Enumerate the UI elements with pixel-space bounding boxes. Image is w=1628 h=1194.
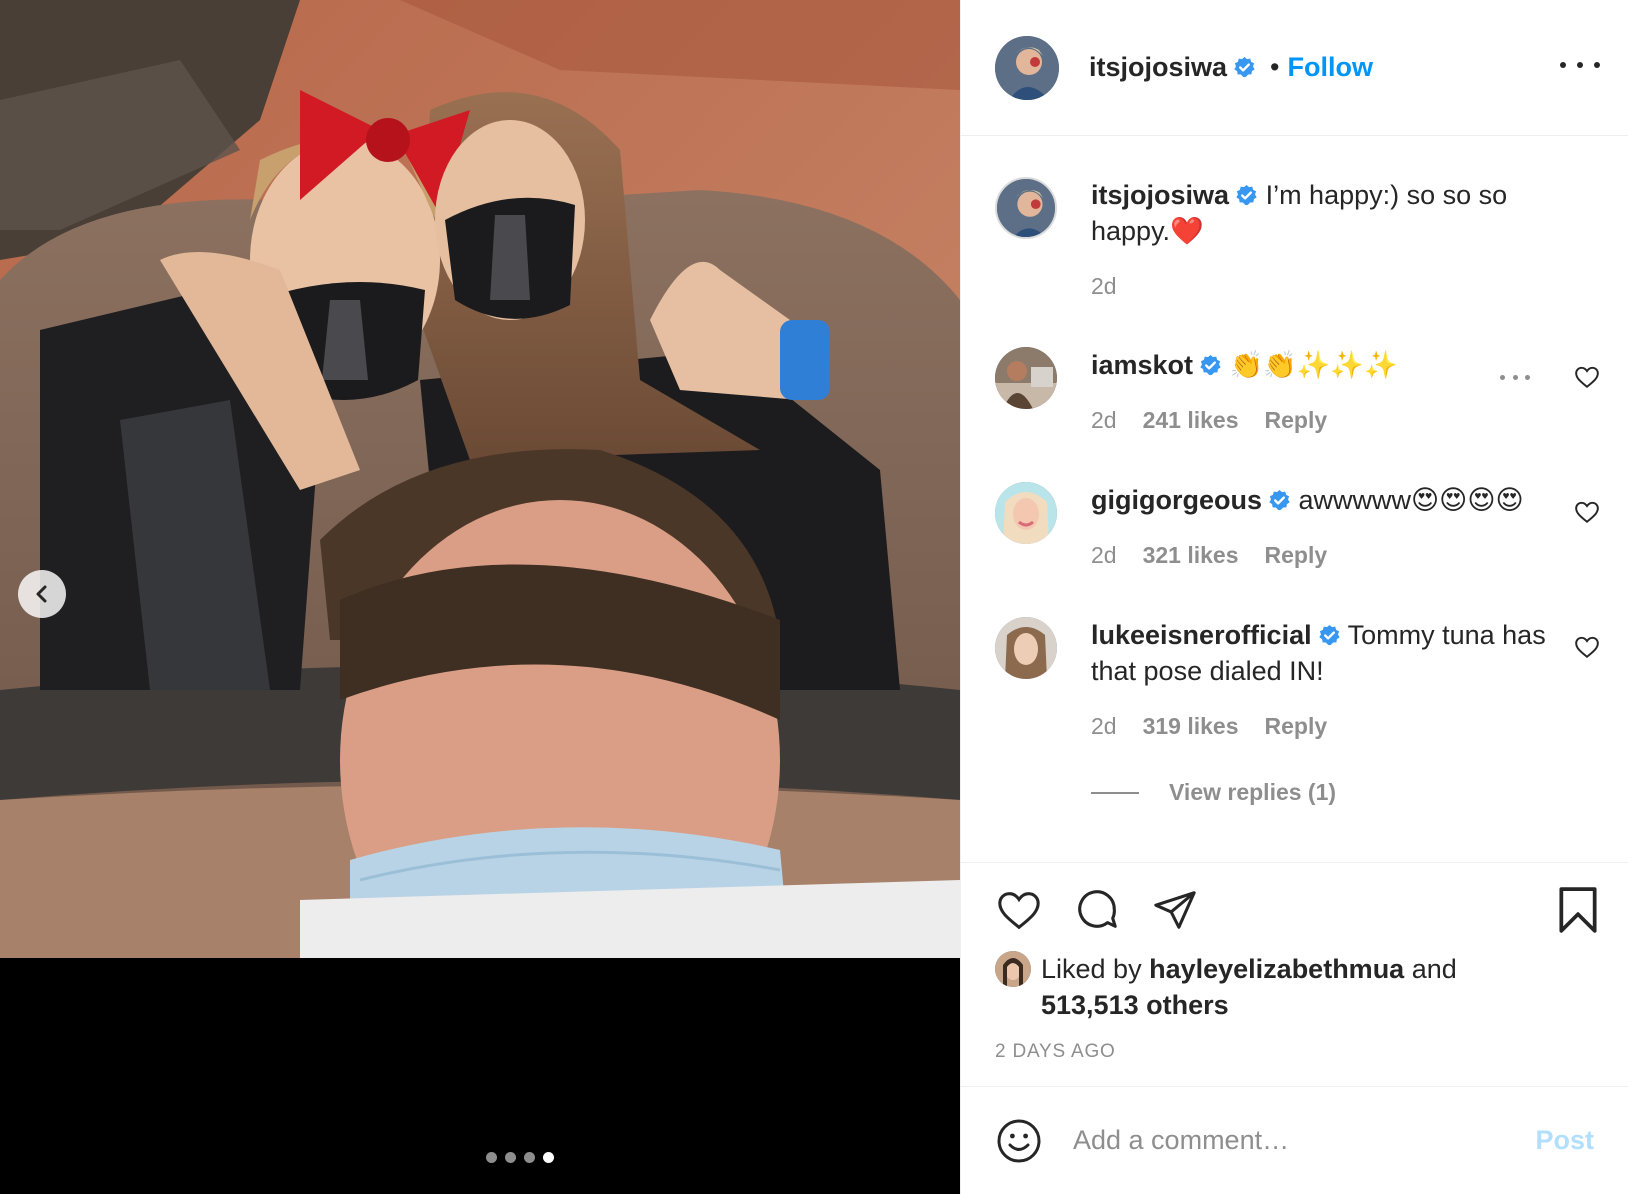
view-replies-button[interactable]: View replies (1) <box>1091 779 1336 806</box>
liked-by-user[interactable]: hayleyelizabethmua <box>1149 954 1404 984</box>
comment-meta: 2d 319 likes Reply <box>1091 713 1327 740</box>
replies-divider <box>1091 791 1139 794</box>
comment-like-heart-icon[interactable] <box>1574 499 1600 525</box>
add-comment-bar: Post <box>961 1086 1628 1194</box>
comment-username[interactable]: lukeeisnerofficial <box>1091 620 1312 650</box>
verified-badge-icon <box>1200 354 1221 376</box>
carousel-prev-button[interactable] <box>18 570 66 618</box>
post-header: itsjojosiwa • Follow <box>961 0 1628 136</box>
carousel-dot-active <box>543 1152 554 1163</box>
comment-text: 👏👏✨✨✨ <box>1229 350 1398 380</box>
follow-button[interactable]: Follow <box>1288 52 1373 83</box>
post-comment-button[interactable]: Post <box>1535 1125 1594 1156</box>
author-avatar[interactable] <box>995 35 1059 100</box>
comment-likes[interactable]: 241 likes <box>1143 407 1239 434</box>
comment-age: 2d <box>1091 713 1117 739</box>
comments-list: itsjojosiwa I’m happy:) so so so happy.❤… <box>961 137 1628 862</box>
comment-likes[interactable]: 319 likes <box>1143 713 1239 740</box>
post-sidebar: itsjojosiwa • Follow itsjojosiwa I’m hap… <box>960 0 1628 1194</box>
comment-username[interactable]: iamskot <box>1091 350 1193 380</box>
comment-text: awwwww😍😍😍😍 <box>1298 485 1524 515</box>
like-heart-icon[interactable] <box>995 887 1043 933</box>
save-bookmark-icon[interactable] <box>1556 885 1600 935</box>
caption-meta: 2d <box>1091 273 1117 300</box>
comment-body: iamskot 👏👏✨✨✨ <box>1091 347 1568 383</box>
commenter-avatar[interactable] <box>995 482 1057 544</box>
caption-age: 2d <box>1091 273 1117 299</box>
author-avatar[interactable] <box>995 177 1057 239</box>
liked-by: Liked by hayleyelizabethmua and 513,513 … <box>995 951 1457 1023</box>
liker-avatar[interactable] <box>995 951 1031 987</box>
comment-like-heart-icon[interactable] <box>1574 364 1600 390</box>
comment-body: gigigorgeous awwwww😍😍😍😍 <box>1091 482 1568 518</box>
chevron-left-icon <box>36 585 47 603</box>
instagram-post: itsjojosiwa • Follow itsjojosiwa I’m hap… <box>0 0 1628 1194</box>
comment-meta: 2d 321 likes Reply <box>1091 542 1327 569</box>
comment-meta: 2d 241 likes Reply <box>1091 407 1327 434</box>
liked-by-text: Liked by hayleyelizabethmua and 513,513 … <box>1041 951 1457 1023</box>
comment-like-heart-icon[interactable] <box>1574 634 1600 660</box>
comment-input[interactable] <box>1073 1125 1536 1156</box>
post-timestamp[interactable]: 2 DAYS AGO <box>995 1041 1116 1063</box>
reply-button[interactable]: Reply <box>1265 407 1328 434</box>
more-options-icon[interactable] <box>1560 52 1600 78</box>
emoji-smiley-icon[interactable] <box>995 1117 1043 1165</box>
caption-username[interactable]: itsjojosiwa <box>1091 180 1229 210</box>
carousel-indicator <box>0 1152 960 1163</box>
comment-options-icon[interactable] <box>1500 375 1530 383</box>
carousel-dot <box>486 1152 497 1163</box>
liked-by-others[interactable]: 513,513 others <box>1041 990 1229 1020</box>
carousel-dot <box>524 1152 535 1163</box>
liked-by-connector: and <box>1411 954 1457 984</box>
view-replies-label: View replies (1) <box>1169 779 1337 805</box>
share-paper-plane-icon[interactable] <box>1151 887 1199 933</box>
caption-body: itsjojosiwa I’m happy:) so so so happy.❤… <box>1091 177 1568 249</box>
comment-likes[interactable]: 321 likes <box>1143 542 1239 569</box>
header-separator: • <box>1270 52 1280 82</box>
verified-badge-icon <box>1234 56 1255 78</box>
post-media <box>0 0 960 1194</box>
post-actions: Liked by hayleyelizabethmua and 513,513 … <box>961 862 1628 1086</box>
verified-badge-icon <box>1236 184 1257 206</box>
comment-username[interactable]: gigigorgeous <box>1091 485 1262 515</box>
comment-age: 2d <box>1091 407 1117 433</box>
carousel-dot <box>505 1152 516 1163</box>
author-username[interactable]: itsjojosiwa <box>1089 52 1227 83</box>
verified-badge-icon <box>1269 489 1290 511</box>
liked-by-prefix: Liked by <box>1041 954 1142 984</box>
comment-age: 2d <box>1091 542 1117 568</box>
verified-badge-icon <box>1318 624 1340 646</box>
comment-body: lukeeisnerofficial Tommy tuna has that p… <box>1091 617 1568 689</box>
comment-bubble-icon[interactable] <box>1073 887 1121 933</box>
commenter-avatar[interactable] <box>995 617 1057 679</box>
reply-button[interactable]: Reply <box>1265 713 1328 740</box>
commenter-avatar[interactable] <box>995 347 1057 409</box>
reply-button[interactable]: Reply <box>1265 542 1328 569</box>
post-photo <box>0 0 960 958</box>
